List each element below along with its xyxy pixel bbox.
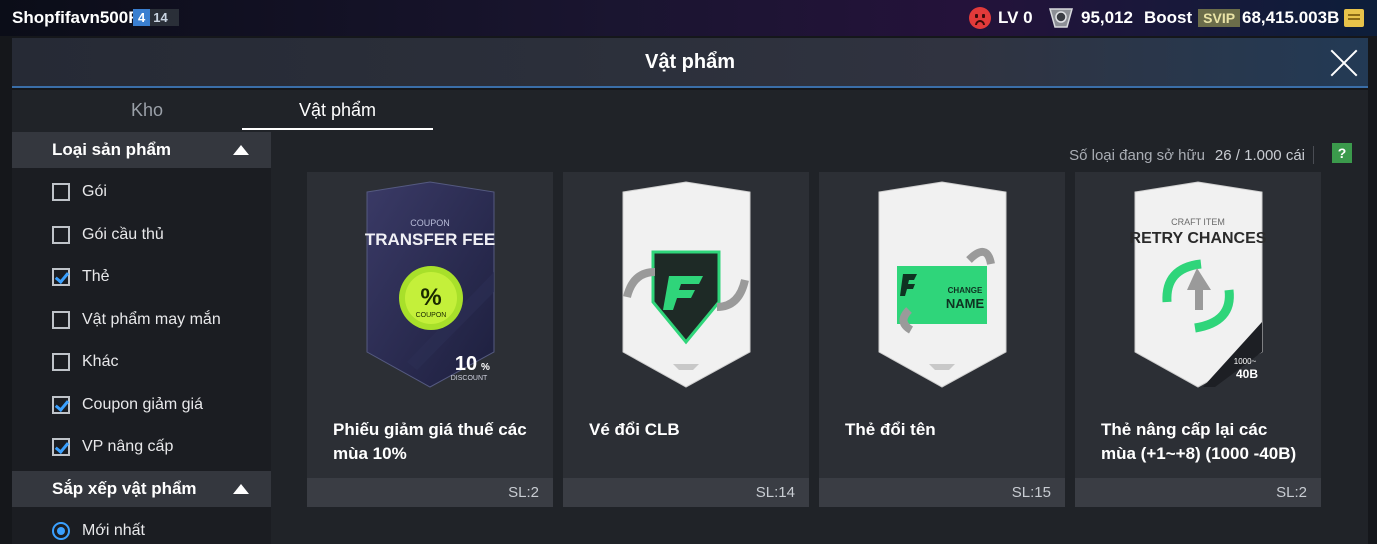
item-name: Thẻ đổi tên <box>845 420 936 439</box>
filter-label: Gói cầu thủ <box>82 225 164 243</box>
item-card-rename[interactable]: CHANGE NAME Thẻ đổi tên SL:15 <box>819 172 1065 507</box>
retry-card-icon: CRAFT ITEM RETRY CHANCES 1000~ 40B <box>1130 181 1267 388</box>
item-name: Vé đổi CLB <box>589 420 680 439</box>
level-text: LV 0 <box>998 8 1033 27</box>
panel-header: Vật phẩm <box>12 38 1368 88</box>
checkbox-icon <box>52 183 70 202</box>
filter-vat-pham-may-man[interactable]: Vật phẩm may mắn <box>12 299 271 342</box>
item-art: COUPON TRANSFER FEE % COUPON 10 % DISCOU… <box>307 172 553 402</box>
rename-card-icon: CHANGE NAME <box>878 181 1007 388</box>
coupon-card-icon: COUPON TRANSFER FEE % COUPON 10 % DISCOU… <box>365 181 495 388</box>
item-quantity: SL:15 <box>1011 484 1051 501</box>
coin-amount: 95,012 <box>1081 8 1133 27</box>
item-art: CHANGE NAME <box>819 172 1065 402</box>
help-button[interactable]: ? <box>1332 143 1352 163</box>
coupon-value-text: 10 <box>455 353 477 375</box>
filter-label: Thẻ <box>82 268 110 286</box>
coupon-value-unit: % <box>481 362 490 373</box>
checkbox-icon <box>52 225 70 244</box>
coupon-value-sub: DISCOUNT <box>451 375 488 382</box>
item-quantity: SL:2 <box>1276 484 1307 501</box>
checkbox-checked-icon <box>52 438 70 457</box>
filter-label: Khác <box>82 353 119 371</box>
filter-vp-nang-cap[interactable]: VP nâng cấp <box>12 426 271 469</box>
filter-goi[interactable]: Gói <box>12 171 271 214</box>
item-card-retry[interactable]: CRAFT ITEM RETRY CHANCES 1000~ 40B Thẻ n… <box>1075 172 1321 507</box>
checkbox-checked-icon <box>52 395 70 414</box>
divider <box>1313 146 1314 164</box>
item-quantity: SL:2 <box>508 484 539 501</box>
sort-section-header[interactable]: Sắp xếp vật phẩm <box>12 470 271 507</box>
filter-khac[interactable]: Khác <box>12 341 271 384</box>
item-name: Thẻ nâng cấp lại các mùa (+1~+8) (1000 -… <box>1101 420 1297 463</box>
sort-title: Sắp xếp vật phẩm <box>52 478 197 498</box>
coupon-top-text: COUPON <box>410 218 450 228</box>
qty-bar: SL:15 <box>819 478 1065 507</box>
status-bar: Shopfifavn500R 4 14 LV 0 95,012 Boost SV… <box>0 0 1377 36</box>
sort-label: Mới nhất <box>82 521 145 539</box>
filter-label: Vật phẩm may mắn <box>82 310 221 328</box>
coin-stat: 95,012 <box>1047 6 1133 30</box>
filter-goi-cau-thu[interactable]: Gói cầu thủ <box>12 214 271 257</box>
filter-coupon-giam-gia[interactable]: Coupon giảm giá <box>12 384 271 427</box>
item-grid-area: Số loại đang sở hữu 26 / 1.000 cái ? COU… <box>271 132 1368 544</box>
tab-kho[interactable]: Kho <box>52 90 242 130</box>
item-art: CRAFT ITEM RETRY CHANCES 1000~ 40B <box>1075 172 1321 402</box>
close-icon[interactable] <box>1328 47 1360 79</box>
coin-icon <box>1049 8 1073 28</box>
rename-line2: NAME <box>946 296 985 311</box>
item-card-club[interactable]: Vé đổi CLB SL:14 <box>563 172 809 507</box>
product-type-section-header[interactable]: Loại sản phẩm <box>12 132 271 168</box>
retry-corner2: 40B <box>1236 367 1258 381</box>
radio-selected-icon <box>52 521 70 540</box>
qty-bar: SL:2 <box>1075 478 1321 507</box>
item-quantity: SL:14 <box>755 484 795 501</box>
owned-label: Số loại đang sở hữu <box>1069 146 1205 164</box>
filter-label: Coupon giảm giá <box>82 395 203 413</box>
coupon-badge-sub: COUPON <box>416 312 447 319</box>
collapse-up-icon <box>233 145 249 155</box>
item-name: Phiếu giảm giá thuế các mùa 10% <box>333 420 527 463</box>
qty-bar: SL:2 <box>307 478 553 507</box>
sad-face-icon <box>969 7 991 29</box>
checkbox-checked-icon <box>52 268 70 287</box>
svip-badge: SVIP <box>1198 9 1241 27</box>
collapse-up-icon <box>233 483 249 494</box>
retry-top-text: CRAFT ITEM <box>1171 217 1225 227</box>
item-card-coupon[interactable]: COUPON TRANSFER FEE % COUPON 10 % DISCOU… <box>307 172 553 507</box>
username: Shopfifavn500R <box>12 8 141 27</box>
filter-label: Gói <box>82 183 107 201</box>
retry-corner1: 1000~ <box>1234 357 1257 366</box>
qty-bar: SL:14 <box>563 478 809 507</box>
boost-label: Boost <box>1144 8 1193 27</box>
coupon-title-text: TRANSFER FEE <box>365 230 495 249</box>
sort-option-newest[interactable]: Mới nhất <box>12 510 271 544</box>
bc-stat: 68,415.003B <box>1242 6 1365 30</box>
checkbox-icon <box>52 353 70 372</box>
retry-title-text: RETRY CHANCES <box>1130 230 1267 247</box>
bc-coin-icon <box>1344 9 1365 27</box>
filter-label: VP nâng cấp <box>82 438 174 456</box>
item-art <box>563 172 809 402</box>
checkbox-icon <box>52 310 70 329</box>
user-level-badge: 4 14 <box>133 9 179 26</box>
bc-amount: 68,415.003B <box>1242 8 1340 27</box>
filter-the[interactable]: Thẻ <box>12 256 271 299</box>
owned-value: 26 / 1.000 cái <box>1214 146 1305 164</box>
level-stat: LV 0 <box>969 6 1033 30</box>
panel-title: Vật phẩm <box>644 51 736 73</box>
filter-sidebar: Loại sản phẩm Gói Gói cầu thủ Thẻ Vật ph… <box>12 132 271 544</box>
boost-stat[interactable]: Boost SVIP <box>1144 6 1241 30</box>
club-card-icon <box>622 181 751 388</box>
tab-bar: Kho Vật phẩm <box>12 90 1368 132</box>
product-type-title: Loại sản phẩm <box>52 140 172 159</box>
tab-vat-pham[interactable]: Vật phẩm <box>242 90 433 130</box>
rename-line1: CHANGE <box>948 286 983 295</box>
owned-count: Số loại đang sở hữu 26 / 1.000 cái <box>1069 144 1322 166</box>
coupon-percent-text: % <box>420 284 441 311</box>
